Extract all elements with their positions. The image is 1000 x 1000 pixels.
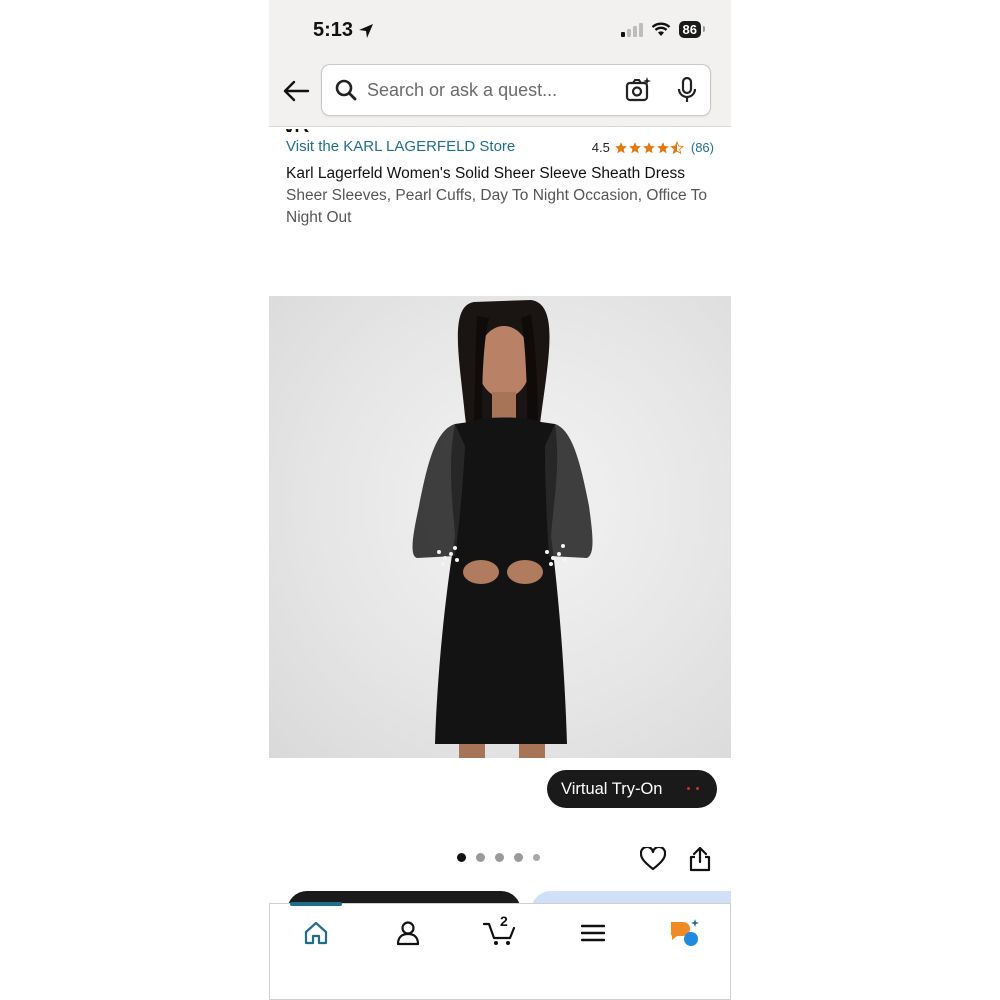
status-time: 5:13	[313, 19, 374, 42]
store-logo	[285, 124, 317, 132]
virtual-try-on-button[interactable]: Virtual Try-On	[547, 770, 717, 808]
pager-dot[interactable]	[533, 854, 540, 861]
pager-dot[interactable]	[457, 853, 466, 862]
star-icon	[615, 141, 627, 153]
status-indicators: 86	[620, 21, 706, 38]
active-tab-indicator	[290, 902, 342, 906]
half-star-icon	[669, 140, 684, 154]
product-title: Karl Lagerfeld Women's Solid Sheer Sleev…	[286, 165, 685, 182]
heart-icon	[640, 847, 666, 871]
status-time-text: 5:13	[313, 19, 354, 41]
image-pager[interactable]	[457, 853, 540, 862]
wifi-icon	[651, 22, 670, 36]
bottom-navigation: 2	[269, 902, 731, 1000]
nav-home[interactable]	[296, 916, 336, 950]
pager-dot[interactable]	[495, 853, 504, 862]
camera-sparkle-icon	[625, 77, 651, 102]
star-icon	[657, 141, 669, 153]
star-icon	[643, 141, 655, 153]
back-arrow-icon	[283, 80, 310, 102]
share-button[interactable]	[687, 845, 713, 873]
location-arrow-icon	[359, 23, 374, 38]
battery-indicator: 86	[678, 21, 706, 38]
share-icon	[689, 846, 711, 872]
virtual-try-on-label: Virtual Try-On	[561, 779, 663, 798]
menu-icon	[581, 924, 605, 942]
product-subtitle: Sheer Sleeves, Pearl Cuffs, Day To Night…	[286, 187, 708, 226]
user-icon	[396, 921, 420, 946]
add-to-list-button[interactable]	[639, 845, 667, 873]
pager-dot[interactable]	[476, 853, 485, 862]
nav-menu[interactable]	[573, 916, 613, 950]
pager-dot[interactable]	[514, 853, 523, 862]
search-bar[interactable]	[321, 64, 711, 116]
nav-account[interactable]	[388, 916, 428, 950]
star-icon	[629, 141, 641, 153]
microphone-icon	[677, 76, 697, 102]
store-link[interactable]: Visit the KARL LAGERFELD Store	[286, 138, 515, 155]
camera-search-button[interactable]	[624, 76, 652, 104]
voice-search-button[interactable]	[674, 76, 700, 104]
search-icon	[333, 77, 359, 103]
nav-cart[interactable]: 2	[480, 913, 520, 950]
loading-dots-icon	[687, 787, 699, 790]
model-in-dress-illustration	[412, 300, 593, 758]
product-image[interactable]	[269, 296, 731, 758]
rating-value: 4.5	[591, 140, 610, 155]
rating-summary[interactable]: 4.5 (86)	[592, 140, 714, 155]
search-input[interactable]	[367, 79, 607, 101]
phone-screen: 5:13 86 Search or ask a quest... Visit t…	[269, 0, 731, 1000]
top-header: 5:13 86	[269, 0, 731, 127]
back-button[interactable]	[279, 74, 313, 108]
rufus-assistant-icon	[670, 919, 699, 946]
rating-count[interactable]: (86)	[691, 140, 714, 155]
cart-count-badge: 2	[500, 913, 508, 929]
cellular-signal-icon	[620, 22, 643, 37]
star-rating	[614, 140, 684, 155]
nav-rufus-assistant[interactable]	[665, 916, 705, 950]
home-icon	[304, 921, 328, 945]
